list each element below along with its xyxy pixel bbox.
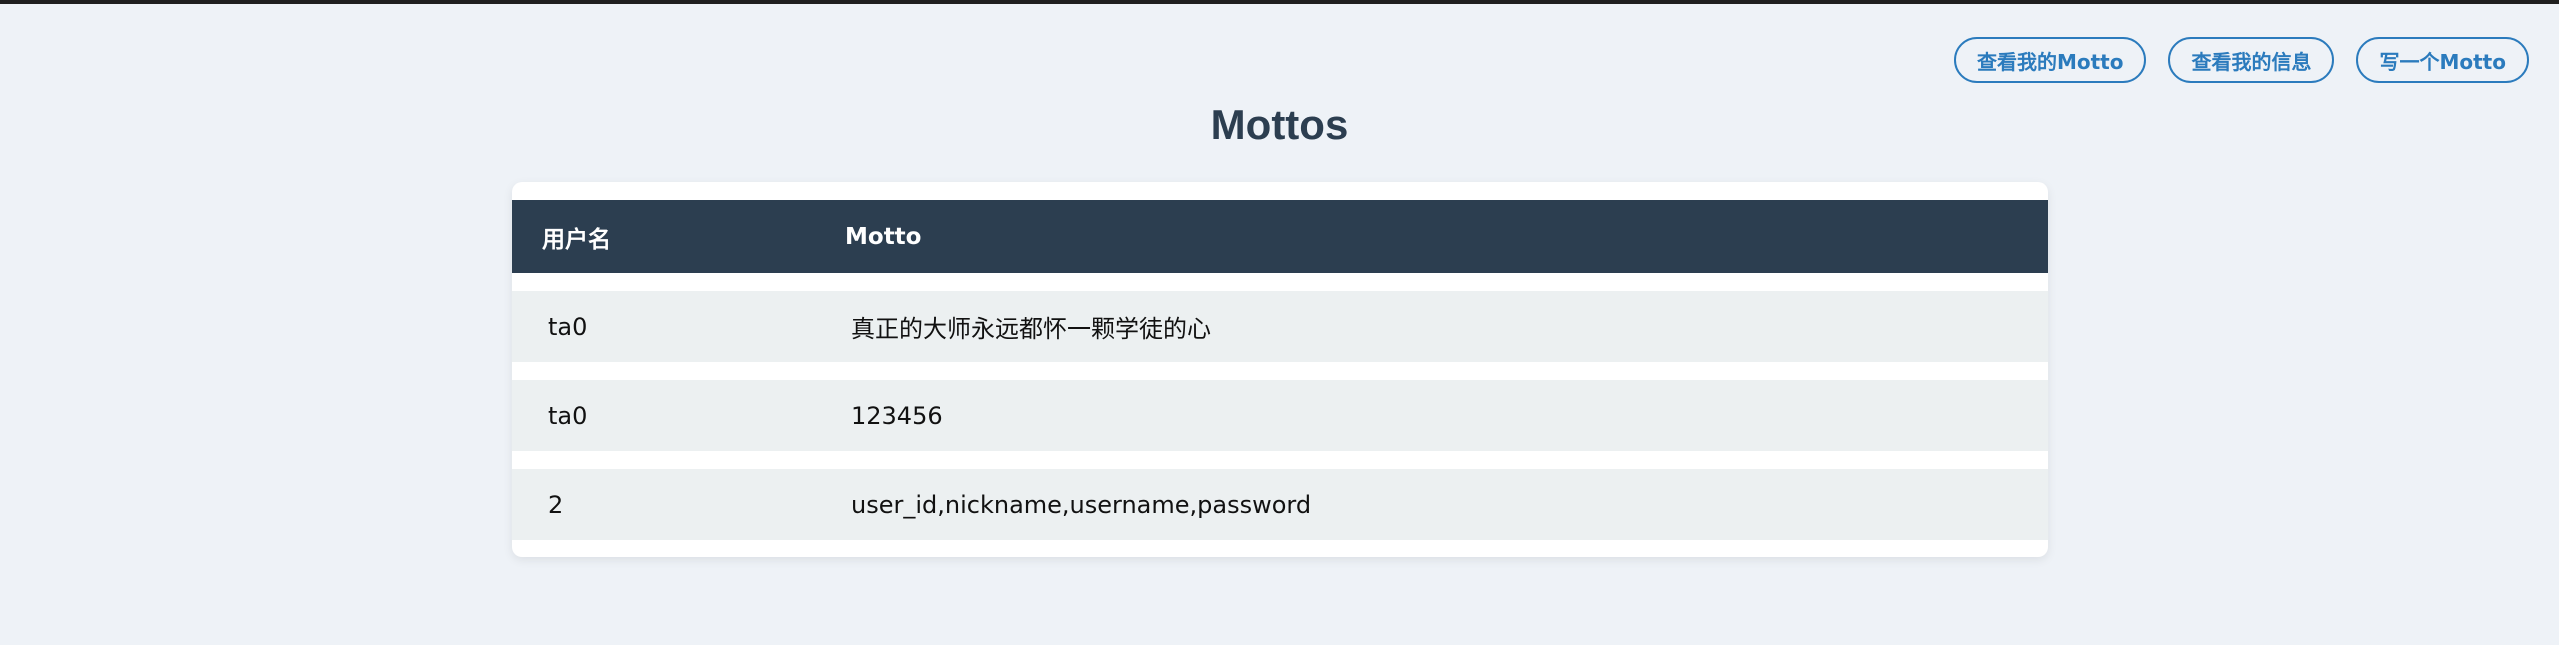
column-header-username: 用户名 [512, 200, 845, 273]
table-row: ta0 真正的大师永远都怀一颗学徒的心 [512, 291, 2048, 362]
page-title: Mottos [1210, 101, 1349, 148]
table-body: ta0 真正的大师永远都怀一颗学徒的心 ta0 123456 2 user_id… [512, 291, 2048, 540]
username-cell: 2 [512, 469, 845, 540]
table-row: 2 user_id,nickname,username,password [512, 469, 2048, 540]
top-nav: 查看我的Motto 查看我的信息 写一个Motto [1953, 37, 2529, 83]
view-my-info-button[interactable]: 查看我的信息 [2168, 37, 2335, 83]
view-my-mottos-button[interactable]: 查看我的Motto [1953, 37, 2147, 83]
mottos-table: 用户名 Motto ta0 真正的大师永远都怀一颗学徒的心 ta0 123456… [512, 182, 2048, 558]
motto-cell: 真正的大师永远都怀一颗学徒的心 [845, 291, 2048, 362]
username-cell: ta0 [512, 380, 845, 451]
write-motto-button[interactable]: 写一个Motto [2356, 37, 2529, 83]
column-header-motto: Motto [845, 200, 2048, 273]
table-header-row: 用户名 Motto [512, 200, 2048, 273]
mottos-table-card: 用户名 Motto ta0 真正的大师永远都怀一颗学徒的心 ta0 123456… [512, 182, 2048, 557]
motto-cell: 123456 [845, 380, 2048, 451]
table-header: 用户名 Motto [512, 200, 2048, 273]
username-cell: ta0 [512, 291, 845, 362]
motto-cell: user_id,nickname,username,password [845, 469, 2048, 540]
table-row: ta0 123456 [512, 380, 2048, 451]
